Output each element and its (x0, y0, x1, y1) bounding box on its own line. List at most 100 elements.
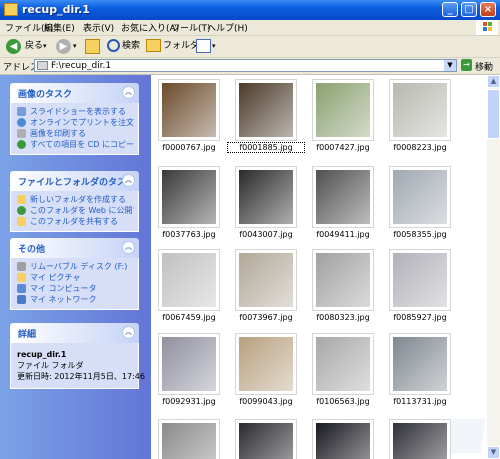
other-places-title: その他 (18, 245, 46, 255)
back-dropdown-icon[interactable]: ▾ (43, 38, 47, 55)
file-name-label[interactable]: f0080323.jpg (305, 313, 381, 322)
search-icon[interactable] (107, 39, 120, 52)
views-dropdown-icon[interactable]: ▾ (212, 38, 216, 55)
up-folder-icon[interactable] (85, 39, 100, 54)
file-name-label[interactable]: f0007427.jpg (305, 143, 381, 152)
my-pictures-icon (17, 273, 26, 282)
file-name-label[interactable]: f0106563.jpg (305, 397, 381, 406)
thumbnail[interactable] (389, 166, 451, 228)
scroll-thumb[interactable] (487, 89, 500, 139)
thumbnail[interactable] (158, 79, 220, 141)
file-name-label[interactable]: f0049411.jpg (305, 230, 381, 239)
thumbnail[interactable] (158, 249, 220, 311)
thumbnail[interactable] (312, 419, 374, 459)
thumbnail-image (162, 253, 216, 307)
maximize-button[interactable]: □ (461, 2, 477, 17)
menu-help[interactable]: ヘルプ(H) (207, 21, 248, 34)
thumbnail[interactable] (158, 333, 220, 395)
thumbnail[interactable] (235, 249, 297, 311)
views-icon[interactable] (196, 39, 211, 53)
thumbnail[interactable] (312, 166, 374, 228)
thumbnail[interactable] (235, 419, 297, 459)
new-folder-link[interactable]: 新しいフォルダを作成する (17, 194, 134, 205)
thumbnail[interactable] (389, 249, 451, 311)
other-places-header[interactable]: その他 ︽ (10, 238, 139, 258)
slideshow-link[interactable]: スライドショーを表示する (17, 106, 134, 117)
my-network-link[interactable]: マイ ネットワーク (17, 294, 134, 305)
thumbnail-image (162, 423, 216, 459)
thumbnail[interactable] (235, 166, 297, 228)
file-name-label[interactable]: f0037763.jpg (151, 230, 227, 239)
menu-view[interactable]: 表示(V) (83, 21, 114, 34)
thumbnail[interactable] (312, 249, 374, 311)
address-value: F:\recup_dir.1 (51, 61, 112, 71)
file-name-label[interactable]: f0099043.jpg (228, 397, 304, 406)
file-name-label[interactable]: f0043007.jpg (228, 230, 304, 239)
copy-to-cd-link[interactable]: すべての項目を CD にコピー (17, 139, 134, 150)
thumbnail[interactable] (235, 333, 297, 395)
removable-disk-icon (17, 262, 26, 271)
thumbnail[interactable] (158, 166, 220, 228)
go-button[interactable]: 移動 (475, 60, 493, 73)
file-name-label[interactable]: f0008223.jpg (382, 143, 458, 152)
file-name-label[interactable]: f0073967.jpg (228, 313, 304, 322)
print-pictures-link[interactable]: 画像を印刷する (17, 128, 134, 139)
picture-tasks-header[interactable]: 画像のタスク ︽ (10, 83, 139, 103)
thumbnail[interactable] (158, 419, 220, 459)
share-folder-link[interactable]: このフォルダを共有する (17, 216, 134, 227)
order-prints-link[interactable]: オンラインでプリントを注文する (17, 117, 134, 128)
file-name-label[interactable]: f0001885.jpg (227, 142, 305, 153)
go-arrow-icon[interactable]: → (461, 59, 472, 71)
file-name-label[interactable]: f0000767.jpg (151, 143, 227, 152)
scroll-up-icon[interactable]: ▲ (487, 75, 500, 88)
file-name-label[interactable]: f0092931.jpg (151, 397, 227, 406)
back-button[interactable]: 戻る (25, 38, 43, 55)
publish-web-link[interactable]: このフォルダを Web に公開する (17, 205, 134, 216)
details-type: ファイル フォルダ (17, 361, 84, 370)
file-name-label[interactable]: f0058355.jpg (382, 230, 458, 239)
file-name-label[interactable]: f0113731.jpg (382, 397, 458, 406)
collapse-icon[interactable]: ︽ (122, 86, 135, 99)
web-publish-icon (17, 206, 26, 215)
details-panel: 詳細 ︽ recup_dir.1 ファイル フォルダ 更新日時: 2012年11… (10, 323, 145, 389)
address-dropdown-icon[interactable]: ▼ (444, 60, 456, 71)
file-name-label[interactable]: f0067459.jpg (151, 313, 227, 322)
menu-tools[interactable]: ツール(T) (171, 21, 211, 34)
folders-icon[interactable] (146, 39, 161, 52)
file-name-label[interactable]: f0085927.jpg (382, 313, 458, 322)
address-input[interactable]: F:\recup_dir.1 ▼ (34, 59, 457, 72)
address-bar: アドレス(D) F:\recup_dir.1 ▼ → 移動 (0, 58, 500, 75)
thumbnail[interactable] (389, 333, 451, 395)
search-button[interactable]: 検索 (122, 38, 140, 55)
forward-arrow-icon[interactable]: ▶ (56, 39, 71, 54)
scroll-down-icon[interactable]: ▼ (487, 446, 500, 459)
thumbnail[interactable] (235, 79, 297, 141)
menu-edit[interactable]: 編集(E) (44, 21, 75, 34)
folders-button[interactable]: フォルダ (163, 38, 199, 55)
thumbnail[interactable] (389, 79, 451, 141)
thumbnail[interactable] (312, 333, 374, 395)
close-button[interactable]: × (480, 2, 496, 17)
thumbnail-image (316, 83, 370, 137)
vertical-scrollbar[interactable]: ▲ ▼ (487, 75, 500, 459)
collapse-icon[interactable]: ︽ (122, 241, 135, 254)
minimize-button[interactable]: _ (442, 2, 458, 17)
thumbnail-image (162, 170, 216, 224)
share-folder-icon (17, 217, 26, 226)
title-bar[interactable]: recup_dir.1 _ □ × (0, 0, 500, 20)
back-arrow-icon[interactable]: ◀ (6, 39, 21, 54)
drive-icon (37, 61, 48, 70)
thumbnail-image (239, 253, 293, 307)
forward-dropdown-icon[interactable]: ▾ (73, 38, 77, 55)
my-computer-link[interactable]: マイ コンピュータ (17, 283, 134, 294)
collapse-icon[interactable]: ︽ (122, 326, 135, 339)
thumbnail[interactable] (312, 79, 374, 141)
my-pictures-link[interactable]: マイ ピクチャ (17, 272, 134, 283)
removable-disk-link[interactable]: リムーバブル ディスク (F:) (17, 261, 134, 272)
thumbnail-image (393, 337, 447, 391)
details-header[interactable]: 詳細 ︽ (10, 323, 139, 343)
thumbnail-image (162, 337, 216, 391)
thumbnail[interactable] (389, 419, 451, 459)
collapse-icon[interactable]: ︽ (122, 174, 135, 187)
file-tasks-header[interactable]: ファイルとフォルダのタスク ︽ (10, 171, 139, 191)
